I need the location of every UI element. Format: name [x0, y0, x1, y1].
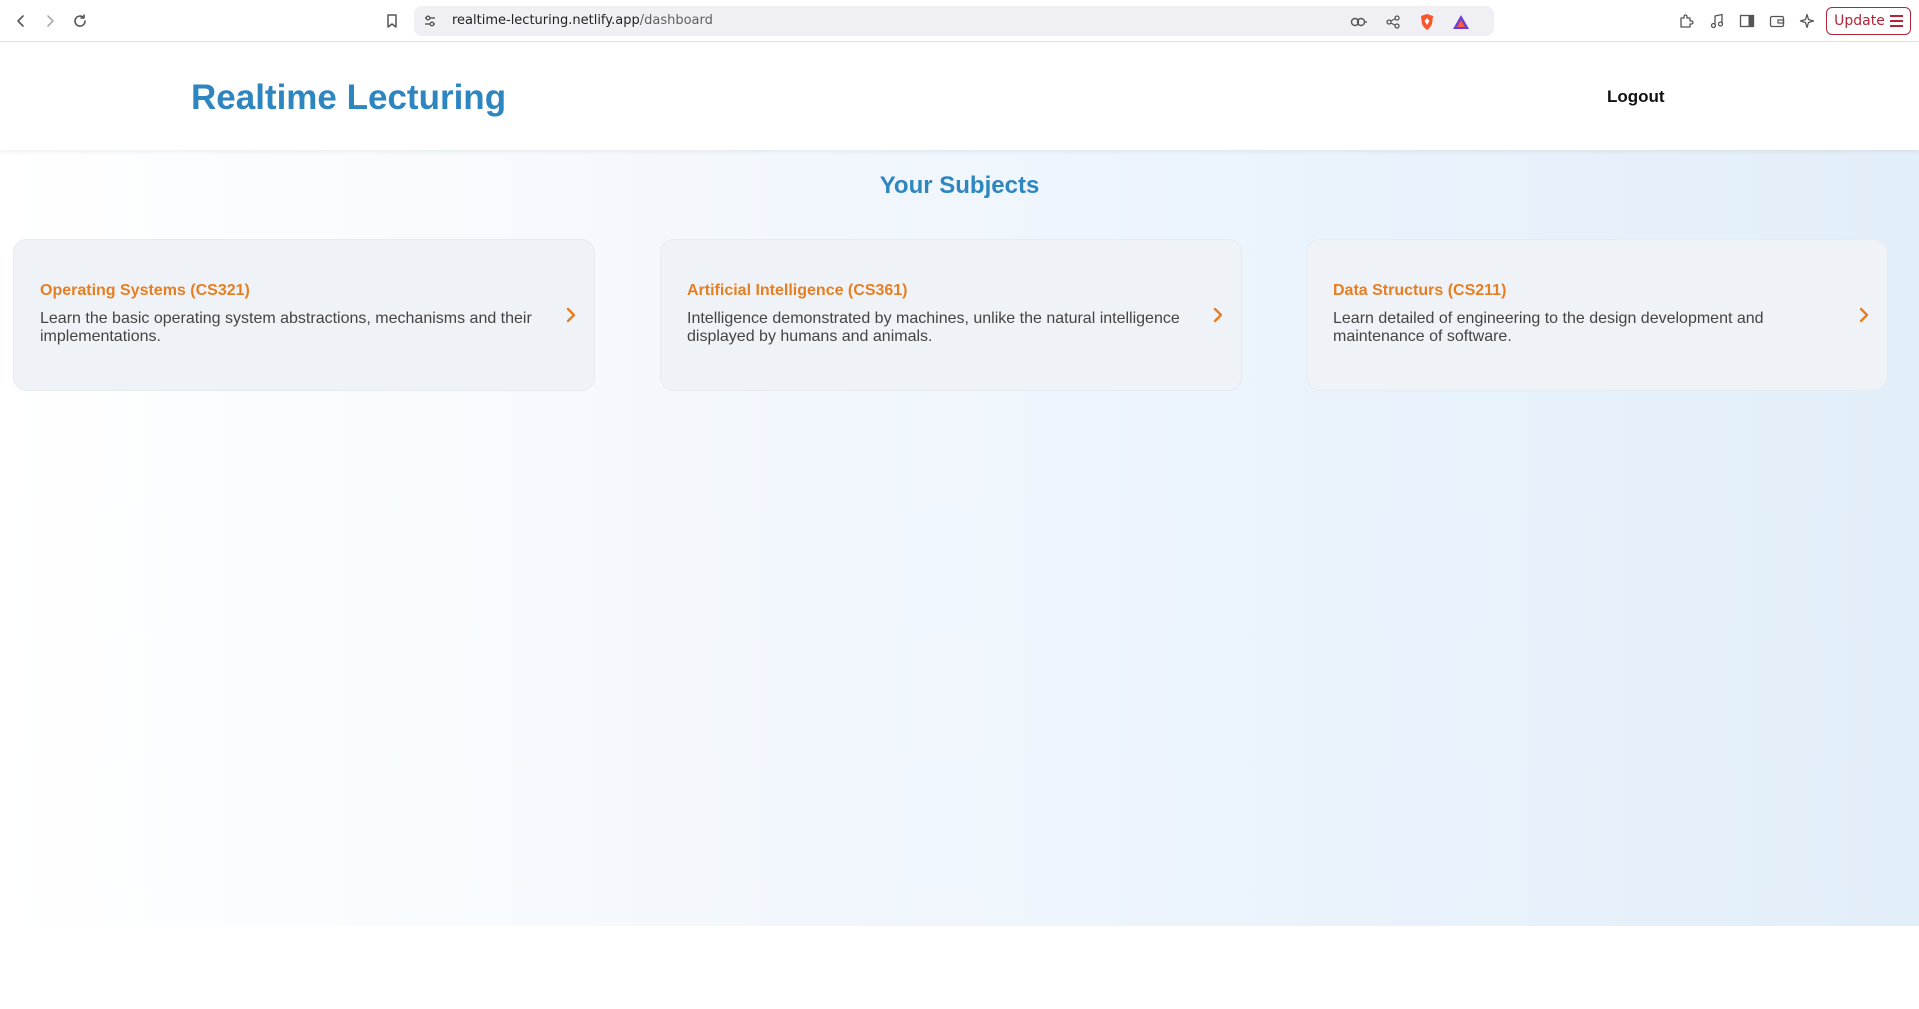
app-header: Realtime Lecturing Logout	[0, 42, 1919, 150]
section-title: Your Subjects	[879, 172, 1040, 199]
back-button[interactable]	[9, 9, 33, 33]
url-path: /dashboard	[639, 13, 713, 28]
update-button[interactable]: Update	[1826, 7, 1911, 35]
subject-card-data-structures[interactable]: Data Structurs (CS211) Learn detailed of…	[1306, 239, 1888, 391]
update-label: Update	[1834, 13, 1885, 29]
brave-rewards-icon[interactable]	[1452, 13, 1470, 31]
page: Realtime Lecturing Logout Your Subjects …	[0, 42, 1919, 1009]
share-icon[interactable]	[1384, 13, 1402, 31]
leo-ai-icon[interactable]	[1797, 11, 1817, 31]
password-key-icon[interactable]	[1350, 13, 1368, 31]
subject-title: Operating Systems (CS321)	[40, 282, 250, 299]
back-arrow-icon	[17, 15, 24, 27]
menu-icon	[1889, 15, 1903, 27]
chevron-right-icon	[1209, 306, 1227, 324]
sidebar-icon[interactable]	[1737, 11, 1757, 31]
address-bar[interactable]: realtime-lecturing.netlify.app/dashboard	[414, 6, 1494, 36]
browser-toolbar: realtime-lecturing.netlify.app/dashboard…	[0, 0, 1919, 42]
subject-title: Data Structurs (CS211)	[1333, 282, 1507, 299]
subject-card-operating-systems[interactable]: Operating Systems (CS321) Learn the basi…	[13, 239, 595, 391]
subject-description: Intelligence demonstrated by machines, u…	[687, 310, 1180, 345]
media-icon[interactable]	[1707, 11, 1727, 31]
url-text[interactable]: realtime-lecturing.netlify.app/dashboard	[452, 13, 713, 28]
subject-card-artificial-intelligence[interactable]: Artificial Intelligence (CS361) Intellig…	[660, 239, 1242, 391]
subject-description: Learn detailed of engineering to the des…	[1333, 310, 1764, 345]
app-title[interactable]: Realtime Lecturing	[191, 78, 506, 118]
extensions-icon[interactable]	[1676, 11, 1696, 31]
subject-description: Learn the basic operating system abstrac…	[40, 310, 532, 345]
site-settings-icon[interactable]	[422, 13, 438, 29]
chevron-right-icon	[1855, 306, 1873, 324]
brave-shield-icon[interactable]	[1418, 13, 1436, 31]
forward-arrow-icon	[47, 15, 54, 27]
subject-title: Artificial Intelligence (CS361)	[687, 282, 908, 299]
chevron-right-icon	[562, 306, 580, 324]
forward-button[interactable]	[38, 9, 62, 33]
bookmark-button[interactable]	[380, 9, 404, 33]
url-host: realtime-lecturing.netlify.app	[452, 13, 640, 28]
reload-icon	[74, 14, 86, 27]
dashboard-content: Your Subjects Operating Systems (CS321) …	[0, 150, 1919, 926]
bookmark-icon	[387, 14, 397, 28]
reload-button[interactable]	[68, 9, 92, 33]
wallet-icon[interactable]	[1767, 11, 1787, 31]
logout-link[interactable]: Logout	[1607, 87, 1665, 107]
